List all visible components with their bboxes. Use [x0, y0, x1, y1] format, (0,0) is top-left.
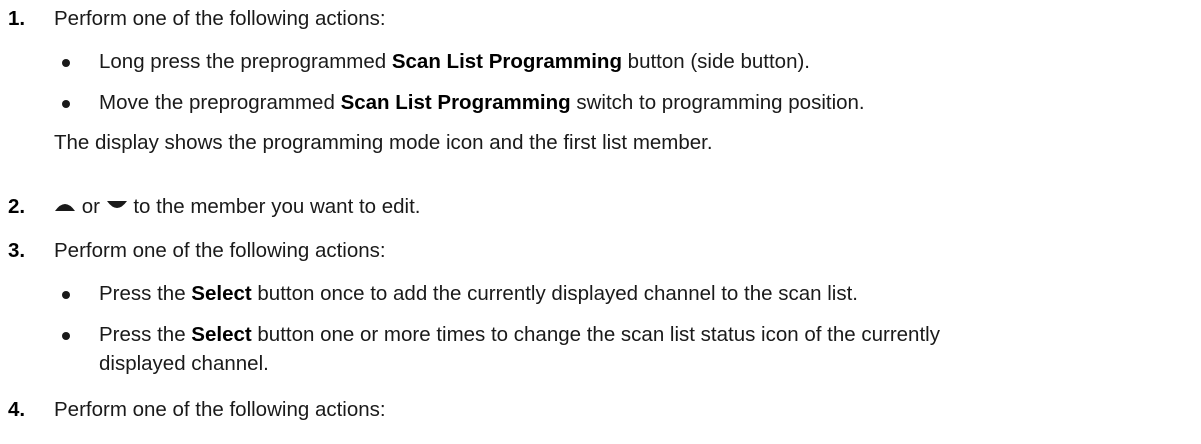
bullet-text-before: Move the preprogrammed	[99, 91, 341, 114]
bullet-text-after: button (side button).	[621, 50, 811, 73]
or-word: or	[81, 195, 100, 218]
down-arrow-icon	[106, 199, 128, 213]
bullet-text-after: switch to programming position.	[570, 91, 865, 114]
bullet-bold-term: Scan List Programming	[340, 91, 571, 114]
bullet-dot	[62, 100, 70, 108]
bullet-text-after: button one or more times to change the s…	[251, 323, 940, 346]
bullet-bold-term: Select	[191, 323, 252, 346]
step-text: Perform one of the following actions:	[54, 7, 386, 30]
step-text: Perform one of the following actions:	[54, 239, 386, 262]
up-arrow-icon	[54, 199, 76, 213]
procedure-document: 1. Perform one of the following actions:…	[0, 0, 1201, 444]
bullet-text-after: button once to add the currently display…	[251, 282, 858, 305]
bullet-text-before: Press the	[99, 282, 192, 305]
note-text: The display shows the programming mode i…	[54, 131, 713, 154]
bullet-bold-term: Scan List Programming	[391, 50, 622, 73]
bullet-text-before: Long press the preprogrammed	[99, 50, 392, 73]
bullet-continuation-text: displayed channel.	[99, 352, 269, 375]
bullet-dot	[62, 59, 70, 67]
bullet-dot	[62, 332, 70, 340]
step-number: 2.	[8, 195, 26, 218]
bullet-text-before: Press the	[99, 323, 192, 346]
step-number: 4.	[8, 398, 26, 421]
step-text: to the member you want to edit.	[133, 195, 421, 218]
bullet-dot	[62, 291, 70, 299]
step-number: 1.	[8, 7, 26, 30]
step-text: Perform one of the following actions:	[54, 398, 386, 421]
bullet-bold-term: Select	[191, 282, 252, 305]
step-number: 3.	[8, 239, 26, 262]
